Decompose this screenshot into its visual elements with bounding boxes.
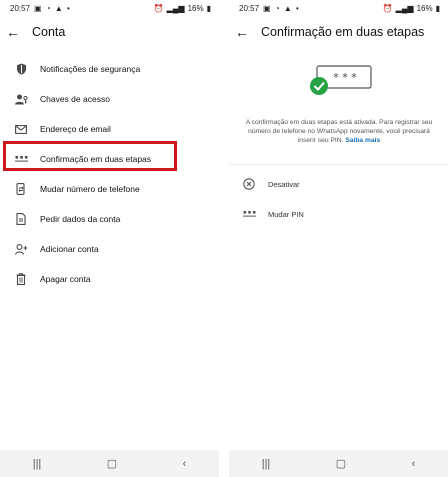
home-icon[interactable]: ▢ [107,457,117,470]
list-item-add-account[interactable]: Adicionar conta [0,234,219,264]
status-time: 20:57 [239,3,260,13]
dots-pin-icon [12,150,30,168]
battery-percent: 16% [187,3,204,13]
list-item-email-address[interactable]: Endereço de email [0,114,219,144]
nav-back-icon[interactable]: ‹ [183,458,187,470]
divider [229,164,448,165]
list-item-label: Adicionar conta [40,244,99,254]
status-time: 20:57 [10,3,31,13]
alarm-icon: ⏰ [153,3,164,13]
system-nav-bar: ||| ▢ ‹ [229,450,448,477]
screen-divider [219,0,229,477]
alarm-icon: ⏰ [382,3,393,13]
list-item-label: Apagar conta [40,274,91,284]
page-title: Conta [32,25,66,39]
description-text: A confirmação em duas etapas está ativad… [245,119,433,144]
battery-icon: ▮ [206,3,211,13]
list-item-two-step-verification[interactable]: Confirmação em duas etapas [0,144,219,174]
disable-option[interactable]: Desativar [229,172,448,196]
battery-icon: ▮ [435,3,440,13]
person-key-icon [12,90,30,108]
list-item-label: Pedir dados da conta [40,214,121,224]
list-item-label: Mudar número de telefone [40,184,140,194]
page-title: Confirmação em duas etapas [261,25,425,39]
mail-icon [12,120,30,138]
dots-pin-icon [241,206,257,222]
person-add-icon [12,240,30,258]
option-label: Mudar PIN [268,209,304,219]
nav-back-icon[interactable]: ‹ [412,458,416,470]
list-item-request-account-info[interactable]: Pedir dados da conta [0,204,219,234]
signal-icon: ▂▄▆ [166,3,185,13]
status-notification-icons: ▣ ◔ ▲ • [263,3,300,13]
list-item-label: Notificações de segurança [40,64,141,74]
option-label: Desativar [268,179,300,189]
list-item-label: Confirmação em duas etapas [40,154,152,164]
status-bar: 20:57 ▣ ◔ ▲ • ⏰ ▂▄▆ 16% ▮ [229,0,448,16]
pin-illustration: * * * [305,62,377,102]
learn-more-link[interactable]: Saiba mais [345,137,380,144]
battery-percent: 16% [416,3,433,13]
list-item-passkeys[interactable]: Chaves de acesso [0,84,219,114]
list-item-delete-account[interactable]: Apagar conta [0,264,219,294]
document-icon [12,210,30,228]
change-pin-option[interactable]: Mudar PIN [229,202,448,226]
close-circle-icon [241,176,257,192]
status-right: ⏰ ▂▄▆ 16% ▮ [383,4,440,13]
list-item-change-number[interactable]: Mudar número de telefone [0,174,219,204]
account-settings-screen: 20:57 ▣ ◔ ▲ • ⏰ ▂▄▆ 16% ▮ ← Conta Notifi… [0,0,219,477]
list-item-label: Endereço de email [40,124,111,134]
recent-apps-icon[interactable]: ||| [262,458,271,470]
phone-swap-icon [12,180,30,198]
shield-icon [12,60,30,78]
back-arrow-icon[interactable]: ← [6,25,28,39]
verification-description: A confirmação em duas etapas está ativad… [243,118,435,145]
app-bar: ← Conta [0,20,219,44]
account-options-list: Notificações de segurança Chaves de aces… [0,54,219,294]
status-bar: 20:57 ▣ ◔ ▲ • ⏰ ▂▄▆ 16% ▮ [0,0,219,16]
two-step-verification-screen: 20:57 ▣ ◔ ▲ • ⏰ ▂▄▆ 16% ▮ ← Confirmação … [229,0,448,477]
list-item-security-notifications[interactable]: Notificações de segurança [0,54,219,84]
status-right: ⏰ ▂▄▆ 16% ▮ [154,4,211,13]
home-icon[interactable]: ▢ [336,457,346,470]
list-item-label: Chaves de acesso [40,94,110,104]
system-nav-bar: ||| ▢ ‹ [0,450,219,477]
back-arrow-icon[interactable]: ← [235,25,257,39]
status-notification-icons: ▣ ◔ ▲ • [34,3,71,13]
signal-icon: ▂▄▆ [395,3,414,13]
app-bar: ← Confirmação em duas etapas [229,20,448,44]
trash-icon [12,270,30,288]
recent-apps-icon[interactable]: ||| [33,458,42,470]
pin-mask-text: * * * [333,71,357,84]
